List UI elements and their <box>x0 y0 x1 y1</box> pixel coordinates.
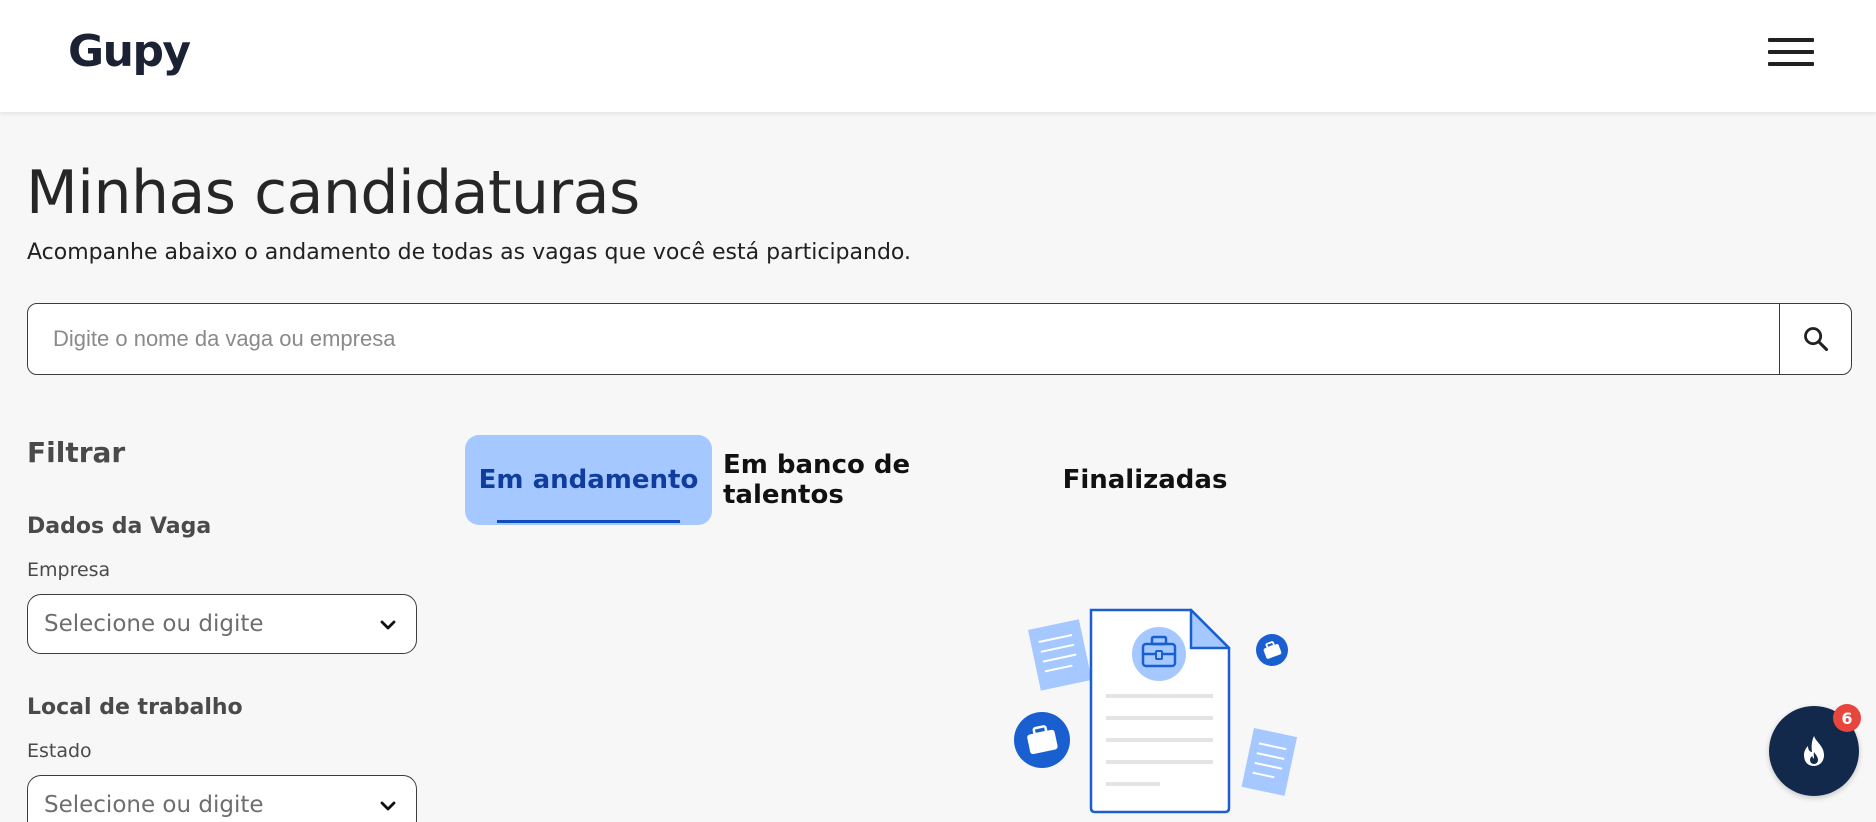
search-button[interactable] <box>1779 304 1851 374</box>
page-title: Minhas candidaturas <box>26 158 640 228</box>
company-select-placeholder: Selecione ou digite <box>44 611 264 637</box>
notifications-fab[interactable]: 6 <box>1769 704 1861 796</box>
filter-title: Filtrar <box>27 436 126 469</box>
tab-finished[interactable]: Finalizadas <box>1062 435 1228 525</box>
top-navigation-bar: Gupy <box>0 0 1876 112</box>
filter-group-title-workplace: Local de trabalho <box>27 695 243 720</box>
tab-in-progress[interactable]: Em andamento <box>465 435 712 525</box>
tab-label: Em andamento <box>478 465 699 495</box>
hamburger-menu-icon[interactable] <box>1768 38 1814 72</box>
company-select[interactable]: Selecione ou digite <box>27 594 417 654</box>
tab-label: Finalizadas <box>1062 465 1228 495</box>
state-select[interactable]: Selecione ou digite <box>27 775 417 822</box>
state-select-placeholder: Selecione ou digite <box>44 792 264 818</box>
filter-label-state: Estado <box>27 740 92 762</box>
search-icon <box>1803 327 1828 352</box>
menu-line <box>1768 50 1814 54</box>
filter-group-title-job-data: Dados da Vaga <box>27 514 212 539</box>
documents-briefcase-illustration <box>1014 608 1298 814</box>
active-tab-indicator <box>497 520 680 523</box>
tab-label: Em banco de talentos <box>723 450 911 510</box>
gupy-logo[interactable]: Gupy <box>68 26 191 77</box>
menu-line <box>1768 62 1814 66</box>
menu-line <box>1768 38 1814 42</box>
filter-label-company: Empresa <box>27 559 111 581</box>
search-input[interactable] <box>29 305 1779 373</box>
notification-count-badge: 6 <box>1833 704 1861 732</box>
page-subtitle: Acompanhe abaixo o andamento de todas as… <box>27 240 911 265</box>
tab-talent-pool[interactable]: Em banco de talentos <box>723 435 1013 525</box>
flame-icon <box>1804 736 1824 766</box>
chevron-down-icon <box>380 801 396 811</box>
search-bar <box>27 303 1852 375</box>
chevron-down-icon <box>380 620 396 630</box>
